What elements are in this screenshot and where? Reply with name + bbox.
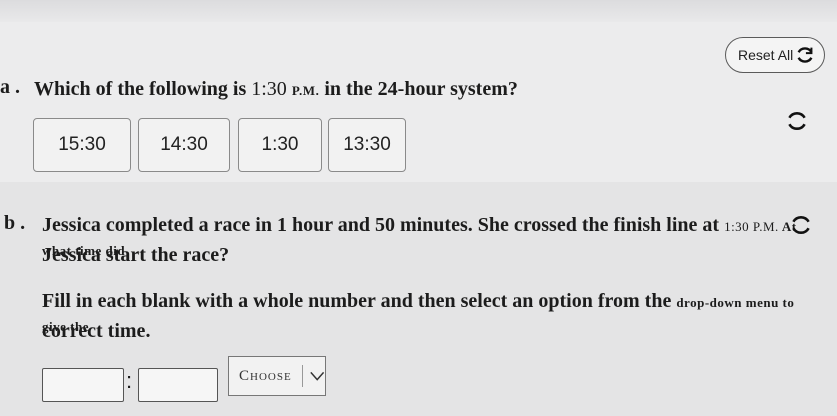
- part-b-question-line2: Jessica start the race?: [42, 244, 230, 266]
- reset-all-label: Reset All: [738, 47, 794, 63]
- question-time: 1:30: [251, 78, 287, 100]
- chevron-down-icon: [309, 371, 324, 381]
- choice-option-4[interactable]: 13:30: [328, 118, 406, 172]
- refresh-icon[interactable]: [784, 108, 810, 134]
- instruction-text: Fill in each blank with a whole number a…: [42, 290, 677, 312]
- question-text-end: in the 24-hour system?: [319, 78, 518, 100]
- question-text: Which of the following is: [34, 78, 252, 100]
- part-b-label: b .: [4, 212, 26, 234]
- time-colon: :: [126, 368, 133, 393]
- dropdown-label: Choose: [239, 367, 292, 384]
- question-pm: P.M.: [291, 83, 320, 98]
- question-text: Jessica completed a race in 1 hour and 5…: [42, 214, 725, 236]
- top-strip: [0, 0, 837, 22]
- refresh-icon[interactable]: [788, 212, 814, 238]
- choice-option-3[interactable]: 1:30: [238, 118, 322, 172]
- dropdown-separator: [301, 365, 303, 387]
- instruction-line2: correct time.: [42, 320, 151, 342]
- part-a-label: a .: [0, 76, 20, 98]
- reset-all-button[interactable]: Reset All: [725, 37, 825, 73]
- am-pm-dropdown[interactable]: Choose: [228, 356, 326, 396]
- choice-option-1[interactable]: 15:30: [33, 118, 131, 172]
- choice-option-2[interactable]: 14:30: [138, 118, 230, 172]
- instruction-line1: Fill in each blank with a whole number a…: [42, 290, 802, 338]
- refresh-icon: [797, 47, 813, 63]
- question-time: 1:30 P.M.: [724, 219, 779, 234]
- hour-input[interactable]: [42, 368, 124, 402]
- part-a-question: Which of the following is 1:30 P.M. in t…: [34, 78, 518, 102]
- minute-input[interactable]: [138, 368, 218, 402]
